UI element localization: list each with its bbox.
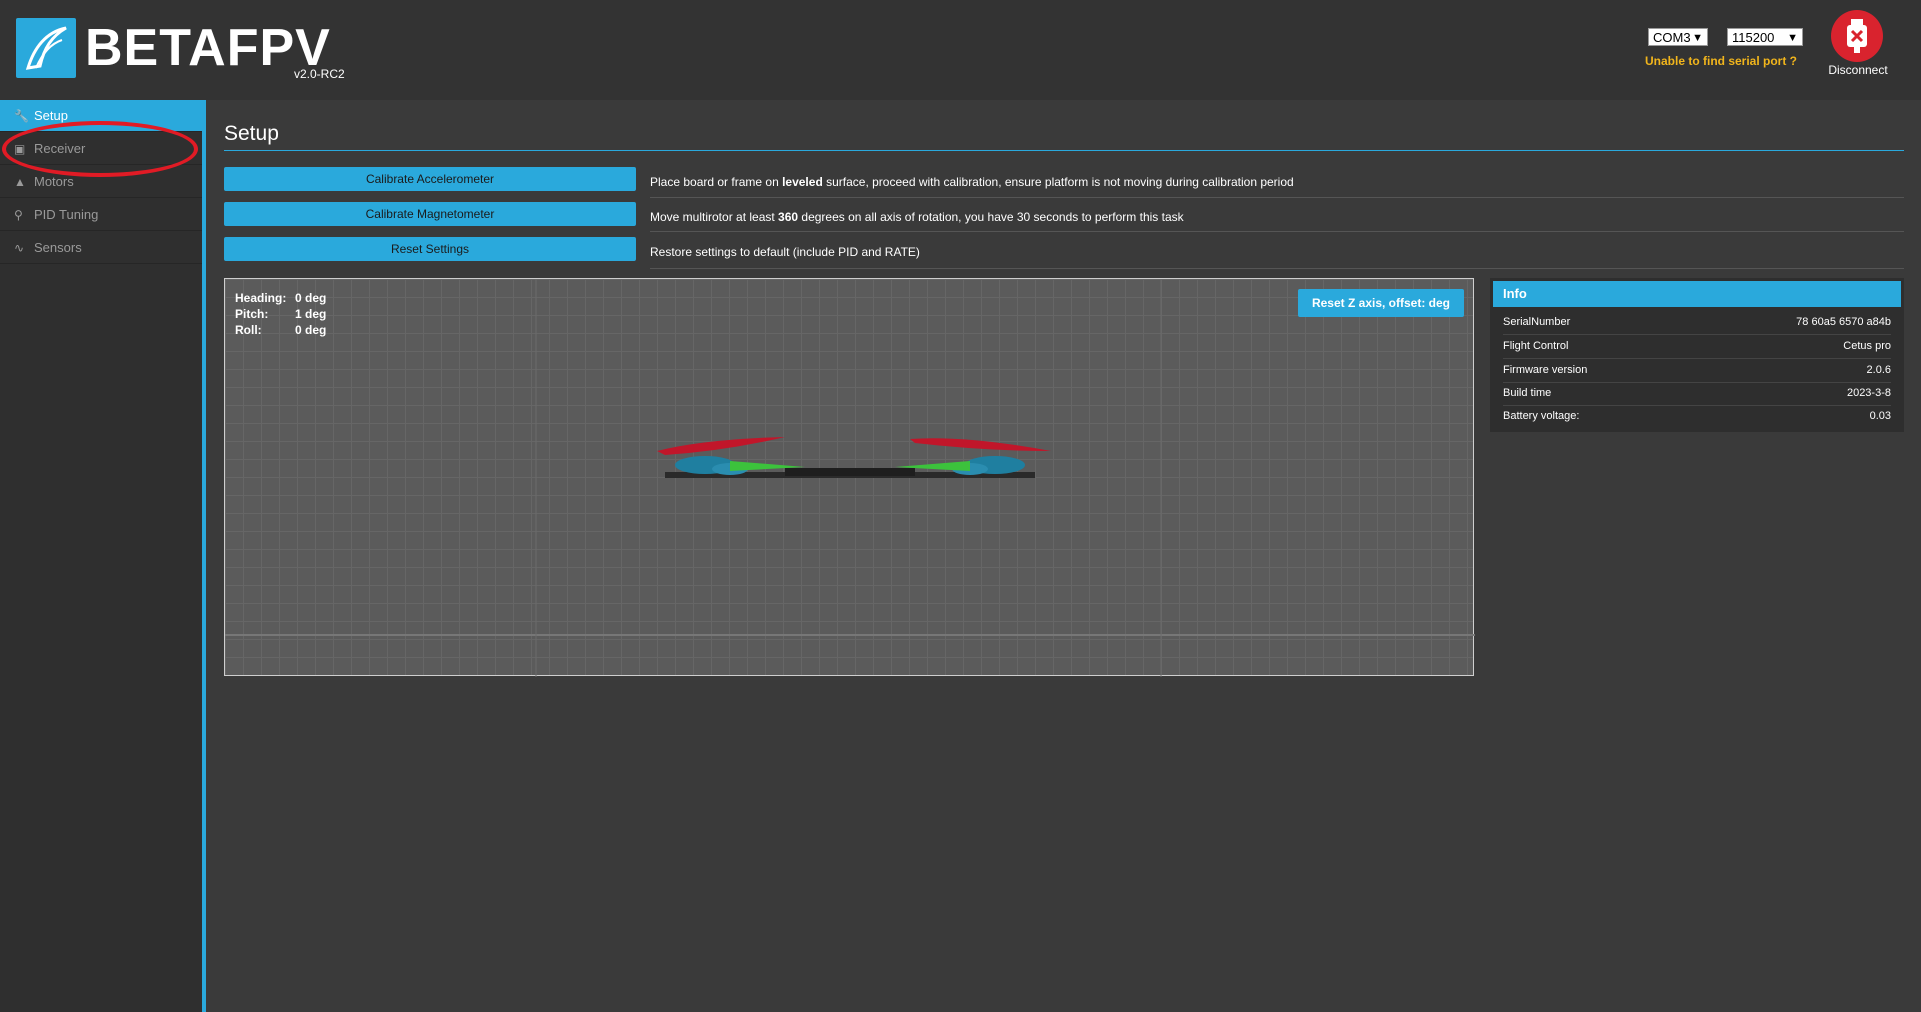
wrench-icon: 🔧 <box>14 109 29 123</box>
info-panel-title: Info <box>1493 281 1901 307</box>
row-divider <box>650 231 1904 232</box>
info-row-battery-voltage: Battery voltage: 0.03 <box>1503 410 1891 422</box>
info-row-serial-number: SerialNumber 78 60a5 6570 a84b <box>1503 311 1891 335</box>
calibrate-accelerometer-button[interactable]: Calibrate Accelerometer <box>224 167 636 191</box>
reset-settings-description: Restore settings to default (include PID… <box>650 245 920 259</box>
title-divider <box>224 150 1904 151</box>
sidebar-item-pid-tuning[interactable]: ⚲ PID Tuning <box>0 199 202 231</box>
drone-model-icon <box>225 279 1475 677</box>
disconnect-usb-icon[interactable] <box>1831 10 1883 62</box>
page-title: Setup <box>224 122 279 145</box>
sidebar-item-label: Motors <box>34 174 74 189</box>
sidebar: 🔧 Setup ▣ Receiver ▲ Motors ⚲ PID Tuning… <box>0 100 206 1012</box>
port-select[interactable]: COM3 ▼ <box>1648 28 1708 46</box>
sensor-icon: ∿ <box>14 241 25 255</box>
magnetometer-description: Move multirotor at least 360 degrees on … <box>650 210 1184 224</box>
motor-icon: ▲ <box>14 175 26 189</box>
info-row-firmware-version: Firmware version 2.0.6 <box>1503 359 1891 383</box>
version-label: v2.0-RC2 <box>294 67 345 81</box>
baud-select-value: 115200 <box>1732 30 1775 45</box>
chevron-down-icon: ▼ <box>1787 32 1798 44</box>
reset-settings-button[interactable]: Reset Settings <box>224 237 636 261</box>
info-row-build-time: Build time 2023-3-8 <box>1503 382 1891 406</box>
chevron-down-icon: ▼ <box>1692 32 1703 44</box>
model-3d-viewport[interactable]: Heading: 0 deg Pitch: 1 deg Roll: 0 deg … <box>224 278 1475 677</box>
serial-port-warning-link[interactable]: Unable to find serial port ? <box>1645 54 1797 68</box>
info-panel: Info SerialNumber 78 60a5 6570 a84b Fligh… <box>1490 278 1904 432</box>
port-select-value: COM3 <box>1653 30 1691 45</box>
row-divider <box>650 268 1904 269</box>
sidebar-item-label: PID Tuning <box>34 207 99 222</box>
header: BETAFPV v2.0-RC2 COM3 ▼ 115200 ▼ Unable … <box>0 0 1921 100</box>
accelerometer-description: Place board or frame on leveled surface,… <box>650 175 1294 189</box>
calibrate-magnetometer-button[interactable]: Calibrate Magnetometer <box>224 202 636 226</box>
sidebar-item-label: Sensors <box>34 240 82 255</box>
red-annotation-circle <box>2 121 198 177</box>
baud-select[interactable]: 115200 ▼ <box>1727 28 1803 46</box>
info-row-flight-control: Flight Control Cetus pro <box>1503 335 1891 359</box>
sidebar-item-label: Setup <box>34 108 68 123</box>
pid-icon: ⚲ <box>14 208 23 222</box>
sidebar-item-sensors[interactable]: ∿ Sensors <box>0 232 202 264</box>
disconnect-label: Disconnect <box>1828 63 1888 77</box>
row-divider <box>650 197 1904 198</box>
betafpv-logo-icon <box>16 18 76 78</box>
